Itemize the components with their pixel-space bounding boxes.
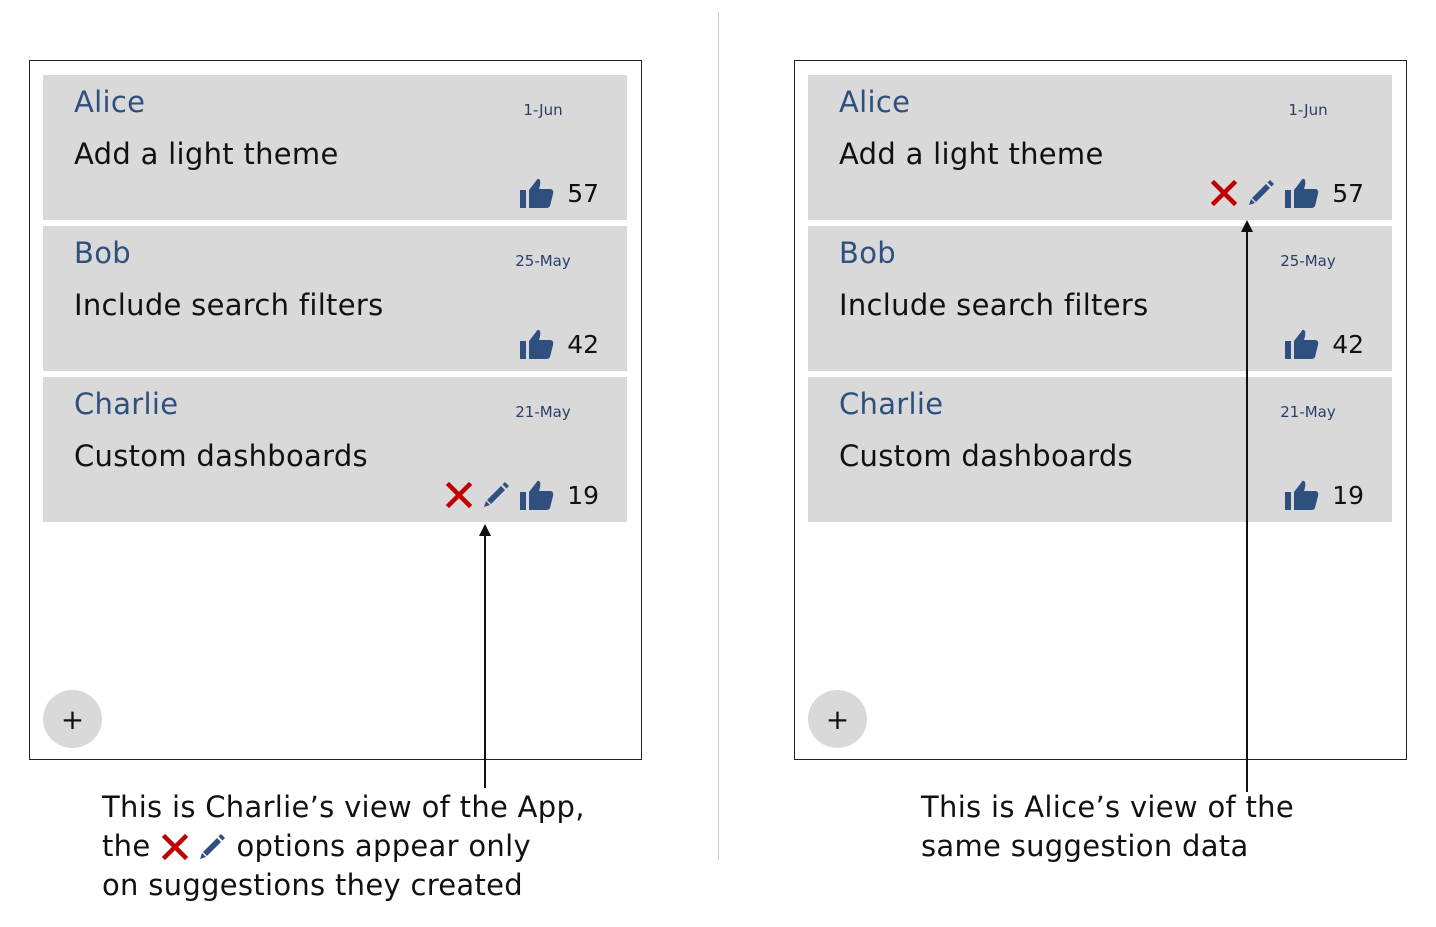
suggestion-card: Charlie 21-May Custom dashboards 19 xyxy=(808,377,1392,522)
thumbs-up-icon[interactable] xyxy=(1284,328,1320,360)
caption-line: This is Charlie’s view of the App, xyxy=(102,790,585,824)
vote-count: 42 xyxy=(1332,329,1364,359)
suggestion-date: 21-May xyxy=(515,403,571,421)
vote-count: 57 xyxy=(1332,178,1364,208)
suggestion-author: Bob xyxy=(839,236,896,270)
caption-text: the xyxy=(102,829,151,863)
panel-divider xyxy=(718,12,719,860)
suggestion-author: Charlie xyxy=(74,387,179,421)
caption-text: options appear only xyxy=(236,829,531,863)
suggestion-card: Alice 1-Jun Add a light theme 57 xyxy=(43,75,627,220)
suggestion-text: Add a light theme xyxy=(74,137,339,171)
suggestion-author: Alice xyxy=(839,85,911,119)
add-suggestion-button[interactable]: + xyxy=(43,690,102,748)
pencil-icon[interactable] xyxy=(1246,178,1276,208)
suggestion-actions: 19 xyxy=(1284,477,1364,513)
suggestion-card: Charlie 21-May Custom dashboards 19 xyxy=(43,377,627,522)
caption-alice-view: This is Alice’s view of the same suggest… xyxy=(921,788,1294,866)
caption-line: on suggestions they created xyxy=(102,868,524,902)
thumbs-up-icon[interactable] xyxy=(1284,177,1320,209)
delete-x-icon[interactable] xyxy=(445,481,473,509)
thumbs-up-icon[interactable] xyxy=(519,177,555,209)
suggestion-card: Bob 25-May Include search filters 42 xyxy=(808,226,1392,371)
suggestion-date: 21-May xyxy=(1280,403,1336,421)
suggestion-date: 25-May xyxy=(1280,252,1336,270)
add-suggestion-button[interactable]: + xyxy=(808,690,867,748)
suggestion-actions: 19 xyxy=(445,477,599,513)
suggestion-actions: 57 xyxy=(1210,175,1364,211)
delete-x-icon xyxy=(161,833,189,861)
vote-count: 19 xyxy=(567,480,599,510)
suggestion-author: Charlie xyxy=(839,387,944,421)
app-panel-alice-view: Alice 1-Jun Add a light theme 57 Bob 25-… xyxy=(794,60,1407,760)
caption-line: same suggestion data xyxy=(921,829,1249,863)
suggestion-date: 1-Jun xyxy=(1288,101,1328,119)
annotation-arrow-left xyxy=(479,524,491,788)
app-panel-charlie-view: Alice 1-Jun Add a light theme 57 Bob 25-… xyxy=(29,60,642,760)
suggestion-author: Alice xyxy=(74,85,146,119)
vote-count: 19 xyxy=(1332,480,1364,510)
caption-line-with-icons: the options appear only xyxy=(102,827,585,866)
suggestion-date: 25-May xyxy=(515,252,571,270)
suggestion-card: Bob 25-May Include search filters 42 xyxy=(43,226,627,371)
suggestion-date: 1-Jun xyxy=(523,101,563,119)
suggestion-card: Alice 1-Jun Add a light theme 57 xyxy=(808,75,1392,220)
suggestion-author: Bob xyxy=(74,236,131,270)
thumbs-up-icon[interactable] xyxy=(519,479,555,511)
thumbs-up-icon[interactable] xyxy=(1284,479,1320,511)
delete-x-icon[interactable] xyxy=(1210,179,1238,207)
thumbs-up-icon[interactable] xyxy=(519,328,555,360)
pencil-icon[interactable] xyxy=(481,480,511,510)
caption-charlie-view: This is Charlie’s view of the App, the o… xyxy=(102,788,585,905)
suggestion-actions: 57 xyxy=(519,175,599,211)
caption-line: This is Alice’s view of the xyxy=(921,790,1295,824)
vote-count: 57 xyxy=(567,178,599,208)
suggestion-actions: 42 xyxy=(519,326,599,362)
suggestion-actions: 42 xyxy=(1284,326,1364,362)
suggestion-text: Add a light theme xyxy=(839,137,1104,171)
annotation-arrow-right xyxy=(1241,220,1253,792)
suggestion-text: Custom dashboards xyxy=(839,439,1133,473)
caption-icons xyxy=(161,832,227,862)
suggestion-text: Include search filters xyxy=(74,288,384,322)
pencil-icon xyxy=(197,832,227,862)
suggestion-text: Include search filters xyxy=(839,288,1149,322)
suggestion-text: Custom dashboards xyxy=(74,439,368,473)
vote-count: 42 xyxy=(567,329,599,359)
